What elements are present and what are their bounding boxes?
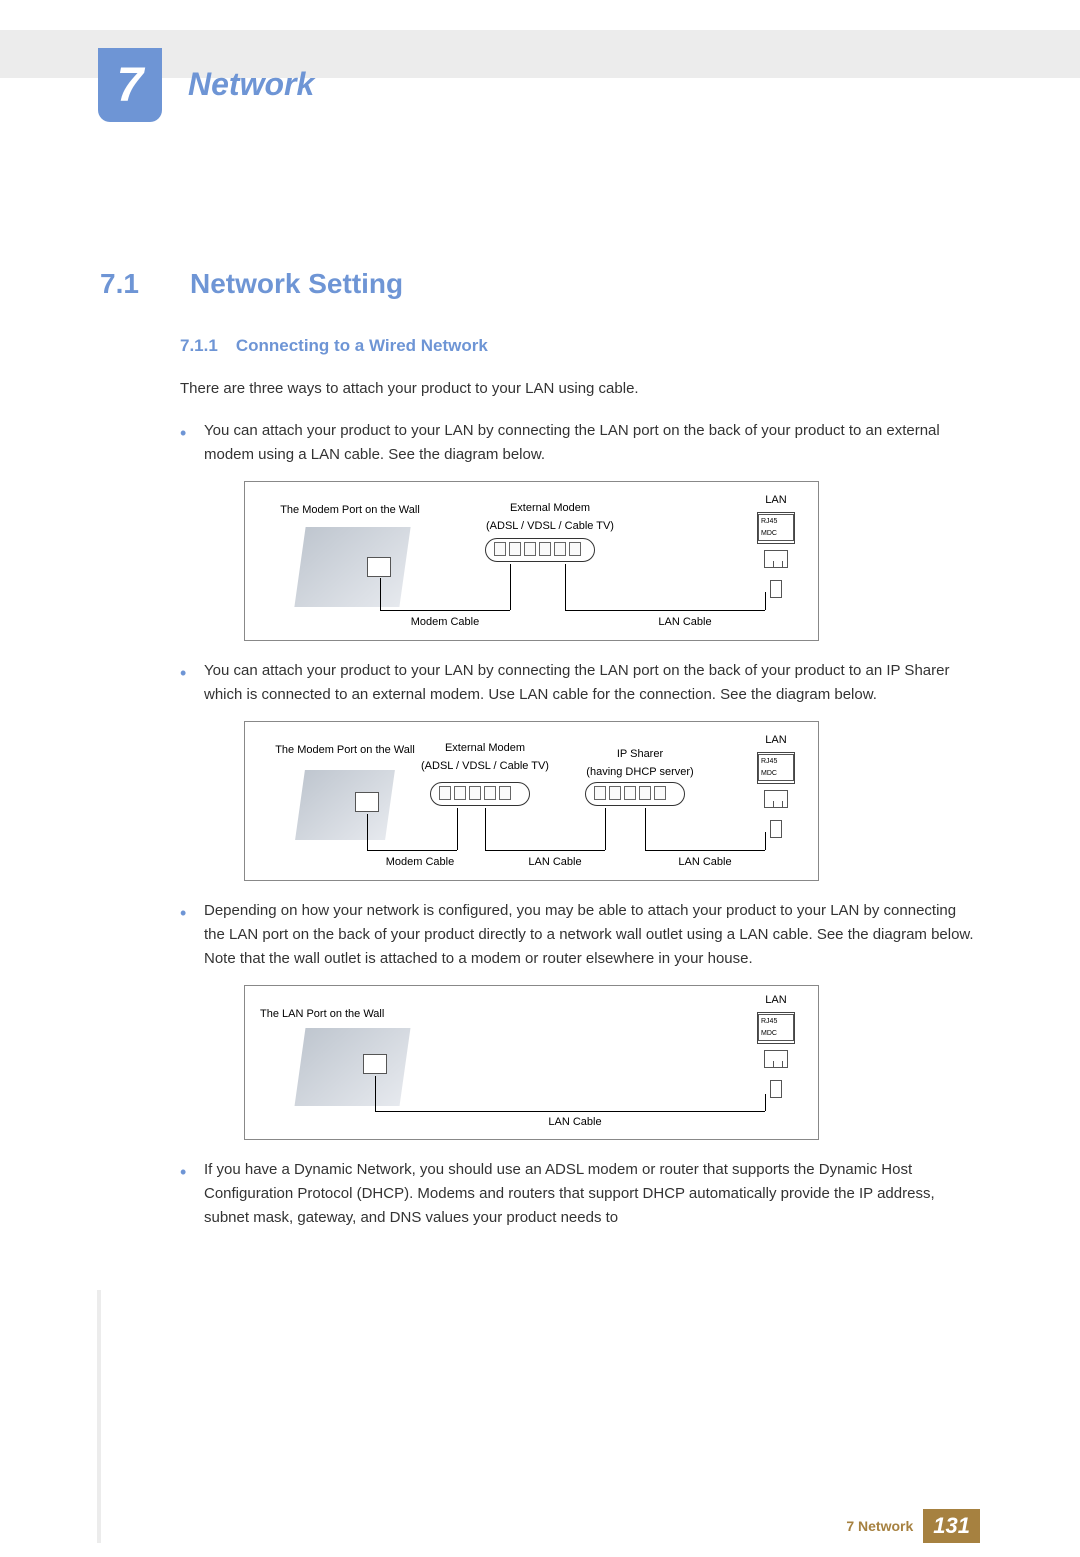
bullet-list: You can attach your product to your LAN …: [180, 419, 980, 1230]
cable-line: [565, 610, 765, 611]
lan-label: LAN: [749, 732, 803, 750]
wall-icon: [294, 527, 410, 607]
subsection-title: Connecting to a Wired Network: [236, 336, 488, 356]
lan-cable-label: LAN Cable: [635, 614, 735, 632]
bullet-text: You can attach your product to your LAN …: [204, 422, 940, 463]
cable-plug-icon: [770, 1080, 782, 1098]
port-icon: [764, 1050, 788, 1068]
modem-label-line2: (ADSL / VDSL / Cable TV): [421, 760, 549, 772]
diagram-wall-lan: The LAN Port on the Wall LAN RJ45 MDC LA…: [244, 985, 819, 1140]
list-item: Depending on how your network is configu…: [180, 899, 980, 1140]
cable-plug-icon: [770, 820, 782, 838]
page: 7 Network 7.1 Network Setting 7.1.1 Conn…: [0, 30, 1080, 1557]
modem-cable-label: Modem Cable: [370, 854, 470, 872]
list-item: You can attach your product to your LAN …: [180, 659, 980, 881]
cable-line: [367, 814, 368, 850]
rj45-label: RJ45 MDC: [758, 514, 794, 540]
wall-icon: [295, 770, 395, 840]
cable-line: [605, 808, 606, 850]
wall-port-icon: [367, 557, 391, 577]
lan-cable-label: LAN Cable: [525, 1114, 625, 1132]
footer-chapter-label: 7 Network: [846, 1518, 913, 1534]
rj45-label: RJ45 MDC: [758, 754, 794, 780]
cable-plug-icon: [770, 580, 782, 598]
cable-line: [565, 564, 566, 610]
section-heading: 7.1 Network Setting: [100, 268, 980, 300]
cable-line: [645, 850, 765, 851]
wall-icon: [295, 1028, 411, 1106]
wall-port-icon: [363, 1054, 387, 1074]
diagram-modem: The Modem Port on the Wall External Mode…: [244, 481, 819, 641]
cable-line: [510, 564, 511, 610]
subsection-number: 7.1.1: [180, 336, 218, 356]
section-title: Network Setting: [190, 268, 403, 300]
footer: 7 Network 131: [846, 1509, 980, 1543]
rj45-port-icon: RJ45 MDC: [757, 1012, 795, 1044]
product-lan-panel: LAN RJ45 MDC: [749, 492, 803, 632]
port-icon: [764, 790, 788, 808]
list-item: If you have a Dynamic Network, you shoul…: [180, 1158, 980, 1230]
modem-label-line1: External Modem: [510, 502, 590, 514]
wall-port-label: The Modem Port on the Wall: [265, 502, 435, 520]
modem-label-line2: (ADSL / VDSL / Cable TV): [486, 520, 614, 532]
ip-sharer-label: IP Sharer (having DHCP server): [565, 746, 715, 781]
list-item: You can attach your product to your LAN …: [180, 419, 980, 641]
lan-label: LAN: [749, 492, 803, 510]
wall-lan-port-label: The LAN Port on the Wall: [260, 1006, 440, 1024]
external-modem-label: External Modem (ADSL / VDSL / Cable TV): [405, 740, 565, 775]
sharer-label-line1: IP Sharer: [617, 748, 663, 760]
cable-line: [765, 832, 766, 850]
lan-cable-label: LAN Cable: [665, 854, 745, 872]
cable-line: [375, 1076, 376, 1111]
intro-paragraph: There are three ways to attach your prod…: [180, 380, 980, 397]
cable-line: [645, 808, 646, 850]
rj45-label: RJ45 MDC: [758, 1014, 794, 1040]
diagram-ip-sharer: The Modem Port on the Wall External Mode…: [244, 721, 819, 881]
product-lan-panel: LAN RJ45 MDC: [749, 732, 803, 872]
ip-sharer-icon: [585, 782, 685, 806]
modem-cable-label: Modem Cable: [385, 614, 505, 632]
page-number: 131: [923, 1509, 980, 1543]
cable-line: [375, 1111, 765, 1112]
cable-line: [485, 808, 486, 850]
cable-line: [765, 1094, 766, 1111]
section-number: 7.1: [100, 268, 160, 300]
cable-line: [765, 592, 766, 610]
chapter-title: Network: [188, 66, 314, 103]
header-bar: [0, 30, 1080, 78]
cable-line: [485, 850, 605, 851]
bullet-text: You can attach your product to your LAN …: [204, 662, 949, 703]
modem-icon: [485, 538, 595, 562]
cable-line: [380, 610, 510, 611]
modem-icon: [430, 782, 530, 806]
cable-line: [380, 578, 381, 610]
content-area: 7.1 Network Setting 7.1.1 Connecting to …: [0, 78, 1080, 1230]
side-stripe: [97, 1290, 101, 1543]
wall-port-icon: [355, 792, 379, 812]
lan-label: LAN: [749, 992, 803, 1010]
port-icon: [764, 550, 788, 568]
rj45-port-icon: RJ45 MDC: [757, 512, 795, 544]
subsection-heading: 7.1.1 Connecting to a Wired Network: [180, 336, 980, 356]
cable-line: [457, 808, 458, 850]
external-modem-label: External Modem (ADSL / VDSL / Cable TV): [465, 500, 635, 535]
rj45-port-icon: RJ45 MDC: [757, 752, 795, 784]
chapter-number-tab: 7: [98, 48, 162, 122]
bullet-text: If you have a Dynamic Network, you shoul…: [204, 1161, 935, 1226]
sharer-label-line2: (having DHCP server): [586, 766, 693, 778]
lan-cable-label: LAN Cable: [515, 854, 595, 872]
cable-line: [367, 850, 457, 851]
bullet-text: Depending on how your network is configu…: [204, 902, 974, 967]
modem-label-line1: External Modem: [445, 742, 525, 754]
